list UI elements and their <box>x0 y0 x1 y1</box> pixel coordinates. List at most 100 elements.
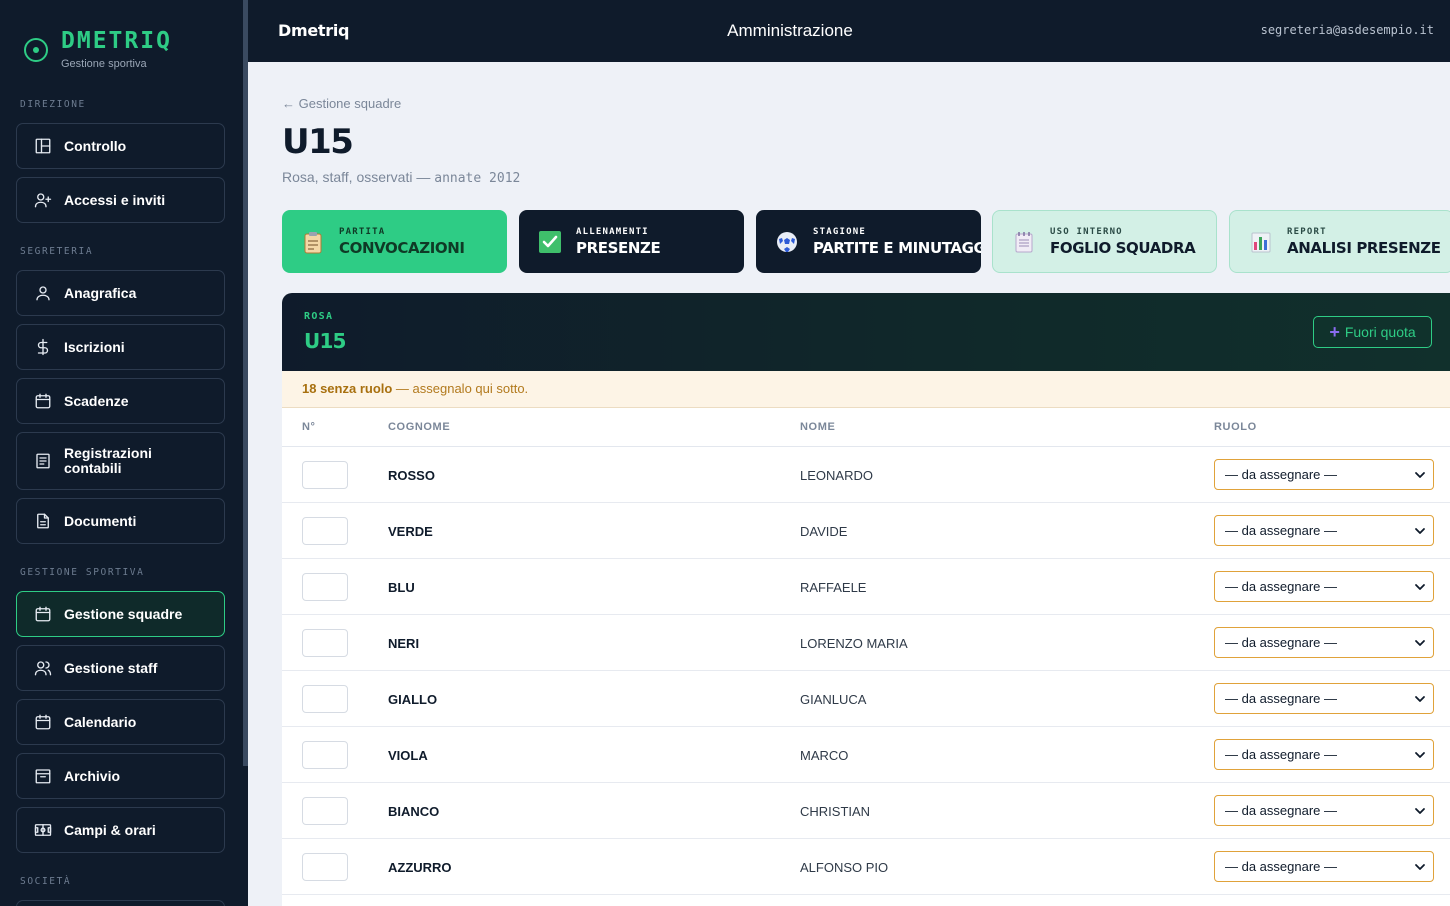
jersey-number-input[interactable] <box>302 629 348 657</box>
sidebar-item-archivio[interactable]: Archivio <box>16 753 225 799</box>
sidebar-item-label: Controllo <box>64 137 127 154</box>
sidebar-item-label: Scadenze <box>64 392 129 409</box>
subtitle-years: annate 2012 <box>434 171 521 186</box>
topbar: Dmetriq Amministrazione segreteria@asdes… <box>248 0 1450 62</box>
table-row: ROSSO LEONARDO — da assegnare — <box>282 447 1450 503</box>
card-kicker: PARTITA <box>339 226 386 237</box>
card-kicker: USO INTERNO <box>1050 226 1123 237</box>
jersey-number-input[interactable] <box>302 741 348 769</box>
sidebar-item-gestione-staff[interactable]: Gestione staff <box>16 645 225 691</box>
card-title: PRESENZE <box>576 238 661 257</box>
warning-count: 18 senza ruolo <box>302 381 393 396</box>
role-select[interactable]: — da assegnare — <box>1214 515 1434 546</box>
player-name: ALFONSO PIO <box>800 860 889 875</box>
fuori-quota-button[interactable]: + Fuori quota <box>1313 316 1432 348</box>
player-surname: BLU <box>388 580 415 595</box>
role-select[interactable]: — da assegnare — <box>1214 459 1434 490</box>
role-select[interactable]: — da assegnare — <box>1214 683 1434 714</box>
card-kicker: STAGIONE <box>813 226 866 237</box>
role-select[interactable]: — da assegnare — <box>1214 851 1434 882</box>
role-select-value: — da assegnare — <box>1225 859 1338 874</box>
table-row: BLU RAFFAELE — da assegnare — <box>282 559 1450 615</box>
card-foglio-squadra[interactable]: USO INTERNO FOGLIO SQUADRA <box>992 210 1217 273</box>
column-header-nome: NOME <box>800 421 836 433</box>
chevron-down-icon <box>1415 472 1425 478</box>
topbar-title: Amministrazione <box>727 21 853 40</box>
bar-chart-icon <box>1251 232 1271 252</box>
card-convocazioni[interactable]: PARTITA CONVOCAZIONI <box>282 210 507 273</box>
player-surname: NERI <box>388 636 420 651</box>
roster-panel: ROSA U15 + Fuori quota 18 senza ruolo — … <box>282 293 1450 906</box>
sidebar-item-label: Gestione staff <box>64 659 158 676</box>
card-partite-minutaggi[interactable]: STAGIONE PARTITE E MINUTAGGI <box>756 210 981 273</box>
sidebar-item-iscrizioni[interactable]: Iscrizioni <box>16 324 225 370</box>
jersey-number-input[interactable] <box>302 797 348 825</box>
column-header-numero: N° <box>302 421 316 433</box>
sidebar-item-label: Campi & orari <box>64 821 156 838</box>
jersey-number-input[interactable] <box>302 517 348 545</box>
warning-text: — assegnalo qui sotto. <box>392 381 529 396</box>
subtitle-text: Rosa, staff, osservati — <box>282 169 431 185</box>
notepad-icon <box>1015 231 1033 252</box>
section-label-segreteria: SEGRETERIA <box>20 246 94 257</box>
calendar-icon <box>35 714 51 730</box>
sidebar-item-registrazioni[interactable]: Registrazioni contabili <box>16 432 225 490</box>
card-title: FOGLIO SQUADRA <box>1050 238 1196 257</box>
role-select-value: — da assegnare — <box>1225 467 1338 482</box>
card-title: CONVOCAZIONI <box>339 238 465 257</box>
role-select[interactable]: — da assegnare — <box>1214 795 1434 826</box>
fuori-quota-label: Fuori quota <box>1344 324 1416 340</box>
clipboard-icon <box>304 231 322 253</box>
player-name: DAVIDE <box>800 524 848 539</box>
player-name: GIANLUCA <box>800 692 867 707</box>
jersey-number-input[interactable] <box>302 853 348 881</box>
jersey-number-input[interactable] <box>302 461 348 489</box>
sidebar-item-accessi[interactable]: Accessi e inviti <box>16 177 225 223</box>
player-surname: AZZURRO <box>388 860 452 875</box>
table-row: VIOLA MARCO — da assegnare — <box>282 727 1450 783</box>
jersey-number-input[interactable] <box>302 573 348 601</box>
chevron-down-icon <box>1415 864 1425 870</box>
sidebar-item-gestione-squadre[interactable]: Gestione squadre <box>16 591 225 637</box>
sidebar-item-campi-orari[interactable]: Campi & orari <box>16 807 225 853</box>
card-analisi-presenze[interactable]: REPORT ANALISI PRESENZE <box>1229 210 1450 273</box>
user-email[interactable]: segreteria@asdesempio.it <box>1261 23 1434 37</box>
sidebar-item-scadenze[interactable]: Scadenze <box>16 378 225 424</box>
card-title: ANALISI PRESENZE <box>1287 238 1441 257</box>
section-label-direzione: DIREZIONE <box>20 99 86 110</box>
sidebar-item-documenti[interactable]: Documenti <box>16 498 225 544</box>
warning-banner: 18 senza ruolo — assegnalo qui sotto. <box>282 371 1450 408</box>
card-presenze[interactable]: ALLENAMENTI PRESENZE <box>519 210 744 273</box>
jersey-number-input[interactable] <box>302 685 348 713</box>
role-select[interactable]: — da assegnare — <box>1214 739 1434 770</box>
target-icon <box>24 38 48 62</box>
sidebar-item-controllo[interactable]: Controllo <box>16 123 225 169</box>
dashboard-icon <box>35 138 51 154</box>
sidebar-item-calendario[interactable]: Calendario <box>16 699 225 745</box>
role-select-value: — da assegnare — <box>1225 579 1338 594</box>
table-row: BIANCO CHRISTIAN — da assegnare — <box>282 783 1450 839</box>
field-icon <box>34 824 52 836</box>
player-name: RAFFAELE <box>800 580 867 595</box>
brand-name: DMETRIQ <box>61 28 172 54</box>
back-link[interactable]: ← Gestione squadre <box>282 96 401 111</box>
role-select[interactable]: — da assegnare — <box>1214 627 1434 658</box>
sidebar-item-label: Iscrizioni <box>64 338 125 355</box>
dollar-icon <box>37 338 49 356</box>
sidebar-item-partial[interactable] <box>16 900 225 906</box>
role-select[interactable]: — da assegnare — <box>1214 571 1434 602</box>
card-title: PARTITE E MINUTAGGI <box>813 238 981 257</box>
sidebar-item-anagrafica[interactable]: Anagrafica <box>16 270 225 316</box>
section-label-societa: SOCIETÀ <box>20 876 72 887</box>
player-surname: VIOLA <box>388 748 428 763</box>
player-name: CHRISTIAN <box>800 804 871 819</box>
sidebar-scrollbar[interactable] <box>243 0 248 766</box>
table-header: N° COGNOME NOME RUOLO <box>282 408 1450 447</box>
player-surname: ROSSO <box>388 468 435 483</box>
user-icon <box>36 286 50 301</box>
chevron-down-icon <box>1415 584 1425 590</box>
role-select-value: — da assegnare — <box>1225 803 1338 818</box>
roster-title: U15 <box>304 329 346 353</box>
page-title: U15 <box>282 122 354 162</box>
sidebar-item-label: Calendario <box>64 713 137 730</box>
